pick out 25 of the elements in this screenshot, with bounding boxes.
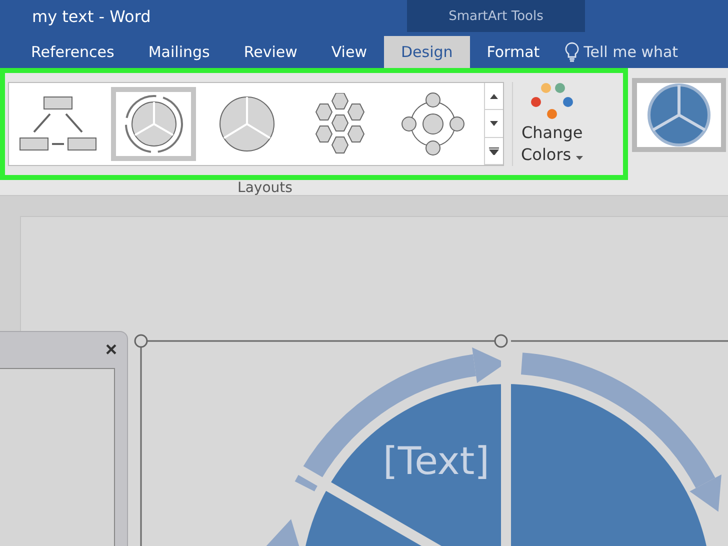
context-tab-header: SmartArt Tools — [407, 0, 585, 32]
caret-icon — [576, 156, 584, 160]
expand-icon — [489, 146, 499, 155]
ribbon-tab[interactable]: References — [14, 36, 132, 68]
window-title: my text - Word — [32, 6, 151, 26]
close-button[interactable]: × — [103, 340, 119, 360]
group-label: Layouts — [236, 180, 294, 196]
ribbon-tab[interactable]: Mailings — [131, 36, 227, 68]
shape-text: [Text] — [383, 439, 490, 483]
change-colors-button[interactable]: Change Colors — [512, 82, 592, 166]
ribbon-tab[interactable]: Design — [384, 36, 470, 68]
resize-handle[interactable] — [134, 334, 148, 348]
color-dots-icon — [530, 82, 574, 122]
tell-me-button[interactable]: Tell me what — [564, 36, 678, 68]
pie-style-icon — [647, 83, 711, 147]
layout-thumbnail[interactable] — [111, 87, 196, 161]
style-thumbnail[interactable] — [632, 78, 726, 152]
up-arrow-icon — [490, 94, 498, 99]
ribbon-tab[interactable]: Format — [470, 36, 557, 68]
ribbon-tab[interactable]: View — [314, 36, 384, 68]
ribbon-tab[interactable]: Review — [226, 36, 314, 68]
lightbulb-icon — [564, 42, 579, 62]
resize-handle[interactable] — [494, 334, 508, 348]
down-arrow-icon — [490, 120, 498, 126]
radial-layout-icon — [401, 92, 466, 156]
